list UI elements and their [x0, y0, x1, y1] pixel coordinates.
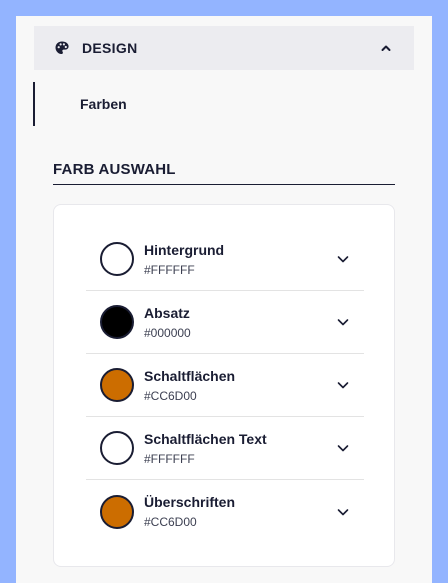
color-row-schaltflaechen[interactable]: Schaltflächen #CC6D00	[86, 354, 364, 417]
color-row-absatz[interactable]: Absatz #000000	[86, 291, 364, 354]
color-swatch[interactable]	[100, 305, 134, 339]
color-name: Schaltflächen	[144, 367, 236, 384]
chevron-down-icon[interactable]	[336, 378, 350, 392]
color-hex-value: #CC6D00	[144, 515, 197, 529]
nav-item-farben[interactable]: Farben	[80, 96, 127, 112]
color-swatch[interactable]	[100, 431, 134, 465]
color-hex-value: #FFFFFF	[144, 262, 195, 277]
color-name: Überschriften	[144, 494, 236, 510]
color-row-ueberschriften[interactable]: Überschriften #CC6D00	[86, 480, 364, 543]
color-picker-card: Hintergrund #FFFFFF Absatz #000000 Schal…	[53, 204, 395, 567]
palette-icon	[54, 40, 70, 56]
color-name: Hintergrund	[144, 241, 225, 258]
color-swatch[interactable]	[100, 494, 134, 529]
chevron-down-icon[interactable]	[336, 252, 350, 266]
color-swatch[interactable]	[100, 368, 134, 402]
heading-divider	[53, 184, 395, 185]
color-hex-value: #CC6D00	[144, 388, 197, 403]
color-row-hintergrund[interactable]: Hintergrund #FFFFFF	[86, 228, 364, 291]
color-swatch[interactable]	[100, 242, 134, 276]
color-list: Hintergrund #FFFFFF Absatz #000000 Schal…	[86, 228, 364, 543]
color-picker-heading: FARB AUSWAHL	[53, 161, 176, 178]
color-name: Absatz	[144, 304, 190, 321]
section-title: DESIGN	[82, 40, 138, 56]
color-hex-value: #000000	[144, 325, 191, 340]
chevron-down-icon[interactable]	[336, 441, 350, 455]
chevron-up-icon[interactable]	[380, 42, 392, 54]
color-hex-value: #FFFFFF	[144, 451, 195, 466]
active-nav-indicator	[33, 82, 35, 126]
color-row-schaltflaechen-text[interactable]: Schaltflächen Text #FFFFFF	[86, 417, 364, 480]
chevron-down-icon[interactable]	[336, 505, 350, 519]
design-panel: DESIGN Farben FARB AUSWAHL Hintergrund #…	[16, 16, 432, 583]
color-name: Schaltflächen Text	[144, 430, 267, 447]
design-section-header[interactable]: DESIGN	[34, 26, 414, 70]
chevron-down-icon[interactable]	[336, 315, 350, 329]
